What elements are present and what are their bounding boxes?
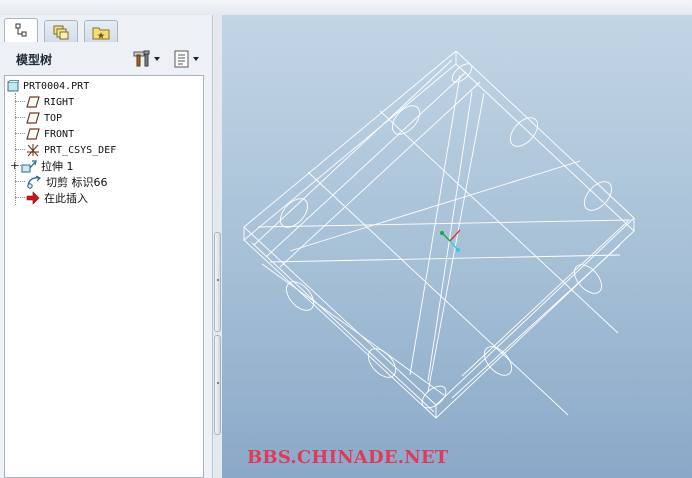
cross-bar-edge — [427, 92, 485, 393]
panel-title: 模型树 — [16, 53, 53, 67]
grip-dot — [217, 279, 219, 281]
sash-grip-lower[interactable] — [214, 335, 221, 435]
slot-edge — [451, 244, 621, 399]
grid-line — [379, 110, 619, 334]
slot-edge — [251, 242, 435, 413]
panel-header: 模型树 — [0, 42, 212, 74]
tree-guide — [15, 181, 25, 182]
grid-line — [269, 254, 621, 263]
tree-item-label: TOP — [44, 112, 63, 124]
show-button[interactable] — [173, 49, 203, 69]
chevron-down-icon — [193, 57, 199, 61]
cut-icon — [27, 175, 42, 189]
tree-item-insert-here[interactable]: 在此插入 — [26, 190, 88, 206]
tree-item-label: 拉伸 1 — [41, 160, 74, 173]
tree-item-csys[interactable]: PRT_CSYS_DEF — [26, 142, 116, 158]
part-icon — [7, 80, 19, 92]
slot-end — [451, 63, 473, 83]
datum-plane-icon — [26, 128, 40, 140]
tree-guide — [15, 133, 25, 134]
sash-grip-upper[interactable] — [214, 232, 221, 332]
grip-dot — [217, 382, 219, 384]
block-outline-back — [243, 63, 635, 419]
tree-item-top[interactable]: TOP — [26, 110, 62, 126]
tree-guide — [15, 101, 25, 102]
graphics-viewport[interactable]: BBS.CHINADE.NET — [222, 15, 692, 478]
favorites-folder-icon — [92, 27, 110, 39]
model-tree: PRT0004.PRT RIGHT TOP FRONT PRT_CSYS_DEF… — [4, 75, 204, 478]
tree-item-front[interactable]: FRONT — [26, 126, 74, 142]
panel-sash[interactable] — [213, 15, 222, 478]
slot-edge — [265, 71, 467, 258]
coordinate-system-icon — [27, 144, 39, 157]
tree-item-label: FRONT — [44, 128, 75, 140]
tree-guide — [15, 117, 25, 118]
favorites-tab[interactable] — [84, 20, 118, 42]
extrude-icon — [21, 160, 37, 173]
tree-item-label: PRT_CSYS_DEF — [44, 144, 117, 156]
show-list-icon — [174, 50, 189, 68]
navigator-panel: 模型树 PRT0004.PRT RIGHT TOP FRONT PRT_CSYS… — [0, 15, 213, 478]
grid-line — [257, 219, 631, 228]
tree-guide — [15, 149, 25, 150]
tree-item-label: RIGHT — [44, 96, 75, 108]
tree-item-part[interactable]: PRT0004.PRT — [7, 78, 89, 94]
chevron-down-icon — [154, 57, 160, 61]
tree-item-cut[interactable]: 切剪 标识66 — [26, 174, 108, 190]
settings-button[interactable] — [132, 49, 162, 69]
slot-edge — [461, 220, 629, 377]
tree-item-label: PRT0004.PRT — [23, 80, 90, 92]
wireframe-model — [243, 50, 635, 419]
block-outline — [243, 50, 635, 406]
hole — [391, 105, 421, 135]
expand-plus-icon[interactable]: + — [10, 160, 20, 171]
watermark: BBS.CHINADE.NET — [247, 447, 449, 468]
model-tree-tab[interactable] — [4, 18, 38, 42]
tree-guide — [15, 197, 25, 198]
slot-edge — [261, 263, 445, 396]
layers-icon — [53, 25, 69, 39]
top-strip — [0, 0, 692, 16]
model-tree-icon — [15, 23, 27, 36]
grid-line — [289, 160, 581, 252]
tree-item-label: 切剪 标识66 — [46, 176, 108, 189]
tree-item-label: 在此插入 — [44, 192, 88, 205]
hole — [285, 281, 315, 311]
tree-item-right[interactable]: RIGHT — [26, 94, 74, 110]
tree-item-extrude[interactable]: + 拉伸 1 — [10, 158, 74, 174]
datum-plane-icon — [26, 96, 40, 108]
hole — [509, 117, 539, 147]
insert-here-arrow-icon — [26, 191, 40, 205]
slot-edge — [253, 59, 453, 246]
settings-tools-icon — [133, 50, 150, 67]
datum-plane-icon — [26, 112, 40, 124]
layers-tab[interactable] — [44, 20, 78, 42]
